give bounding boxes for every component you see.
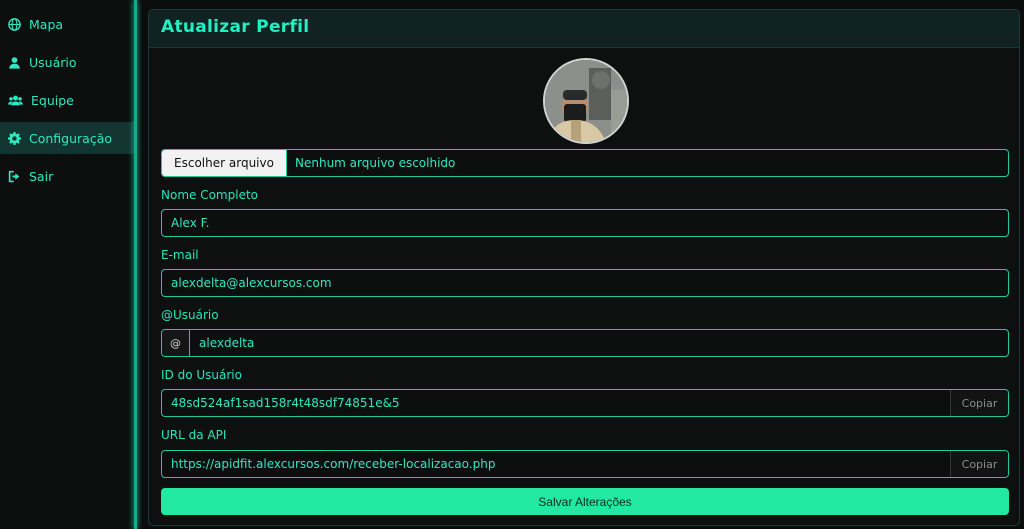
sidebar-item-label: Equipe: [31, 92, 74, 108]
file-upload[interactable]: Escolher arquivo Nenhum arquivo escolhid…: [161, 149, 1009, 177]
avatar: [543, 58, 629, 144]
sidebar-item-usuario[interactable]: Usuário: [0, 46, 134, 78]
api-url-label: URL da API: [161, 428, 227, 442]
sign-out-icon: [8, 170, 20, 182]
profile-photo: [545, 60, 627, 142]
full-name-field-wrapper: [161, 209, 1009, 237]
username-input[interactable]: [190, 330, 1008, 356]
user-id-input[interactable]: [162, 390, 950, 416]
email-label: E-mail: [161, 248, 199, 262]
full-name-input[interactable]: [162, 210, 1008, 236]
sidebar: Mapa Usuário Equipe Configuração Sair: [0, 0, 134, 529]
sidebar-item-label: Configuração: [29, 130, 113, 146]
sidebar-item-configuracao[interactable]: Configuração: [0, 122, 134, 154]
username-label: @Usuário: [161, 308, 219, 322]
card-header: Atualizar Perfil: [149, 10, 1019, 48]
profile-card: Atualizar Perfil Escolher arquivo Nenhum…: [148, 9, 1020, 526]
user-id-label: ID do Usuário: [161, 368, 242, 382]
copy-user-id-button[interactable]: Copiar: [950, 390, 1008, 416]
file-status: Nenhum arquivo escolhido: [295, 156, 456, 170]
user-id-field-wrapper: Copiar: [161, 389, 1009, 417]
full-name-label: Nome Completo: [161, 188, 258, 202]
user-icon: [9, 56, 20, 69]
copy-api-url-button[interactable]: Copiar: [950, 451, 1008, 477]
globe-icon: [8, 17, 21, 31]
api-url-input[interactable]: [162, 451, 950, 477]
save-button[interactable]: Salvar Alterações: [161, 488, 1009, 515]
gear-icon: [8, 131, 21, 145]
sidebar-item-sair[interactable]: Sair: [0, 160, 134, 192]
email-input[interactable]: [162, 270, 1008, 296]
sidebar-item-label: Sair: [29, 168, 54, 184]
username-field-wrapper: @: [161, 329, 1009, 357]
users-icon: [8, 95, 23, 105]
choose-file-button[interactable]: Escolher arquivo: [162, 150, 287, 176]
api-url-field-wrapper: Copiar: [161, 450, 1009, 478]
sidebar-divider: [134, 0, 137, 529]
email-field-wrapper: [161, 269, 1009, 297]
sidebar-item-equipe[interactable]: Equipe: [0, 84, 134, 116]
at-prefix: @: [162, 330, 190, 356]
sidebar-item-mapa[interactable]: Mapa: [0, 8, 134, 40]
page-title: Atualizar Perfil: [161, 17, 310, 37]
sidebar-item-label: Usuário: [29, 54, 77, 70]
sidebar-item-label: Mapa: [29, 16, 64, 32]
